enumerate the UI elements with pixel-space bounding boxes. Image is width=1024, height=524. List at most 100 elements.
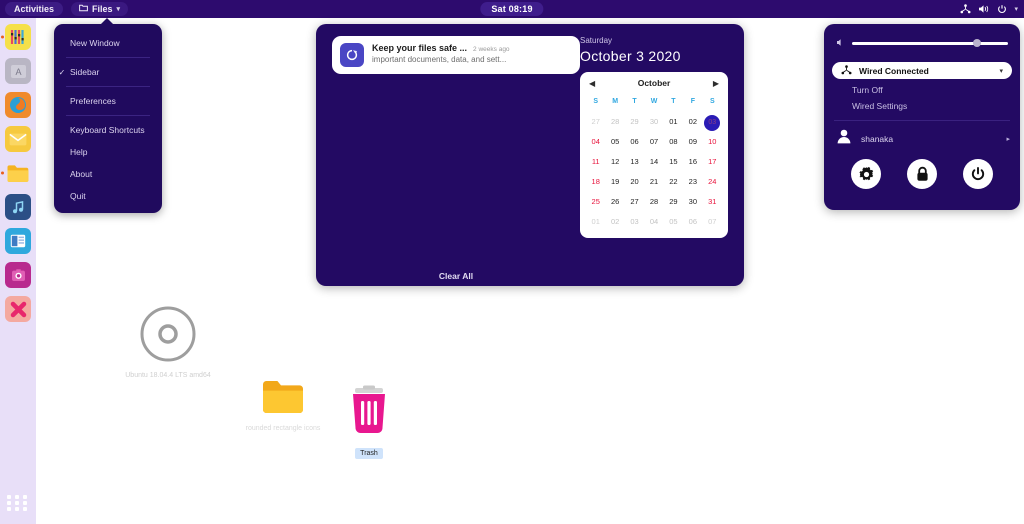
calendar-day[interactable]: 26 — [605, 192, 624, 212]
desktop-icon-trash[interactable]: Trash — [324, 385, 414, 460]
calendar-day[interactable]: 27 — [625, 192, 644, 212]
chevron-down-icon[interactable]: ▾ — [1014, 5, 1018, 13]
calendar-day[interactable]: 09 — [683, 132, 702, 152]
calendar-day[interactable]: 06 — [683, 212, 702, 232]
calendar-day[interactable]: 07 — [644, 132, 663, 152]
calendar-day[interactable]: 02 — [683, 112, 702, 132]
menu-item-help[interactable]: Help — [54, 141, 162, 163]
app-menu-files[interactable]: Files ▾ — [71, 2, 129, 16]
clear-all-button[interactable]: Clear All — [332, 271, 580, 281]
calendar-day[interactable]: 23 — [683, 172, 702, 192]
calendar-day[interactable]: 27 — [586, 112, 605, 132]
calendar-day[interactable]: 06 — [625, 132, 644, 152]
message-tray-panel: Keep your files safe ... 2 weeks ago imp… — [316, 24, 744, 286]
calendar-day[interactable]: 17 — [703, 152, 722, 172]
calendar-day-selected[interactable]: 03 — [703, 112, 722, 132]
calendar-day[interactable]: 29 — [664, 192, 683, 212]
calendar-day[interactable]: 30 — [644, 112, 663, 132]
menu-item-about[interactable]: About — [54, 163, 162, 185]
calendar-day[interactable]: 21 — [644, 172, 663, 192]
calendar-day[interactable]: 11 — [586, 152, 605, 172]
grid-dot — [23, 501, 27, 505]
calendar-day[interactable]: 19 — [605, 172, 624, 192]
dock-item-files-app[interactable] — [1, 160, 31, 186]
desktop-icon-cd-drive[interactable]: Ubuntu 18.04.4 LTS amd64 — [123, 305, 213, 380]
calendar-day[interactable]: 04 — [644, 212, 663, 232]
network-option-turn-off[interactable]: Turn Off — [824, 79, 1020, 95]
dock-item-office-app[interactable] — [5, 228, 31, 254]
menu-item-preferences[interactable]: Preferences — [54, 90, 162, 112]
desktop-icon-folder[interactable]: rounded rectangle icons — [238, 378, 328, 433]
dock-item-text-editor-app[interactable]: A — [5, 58, 31, 84]
network-icon[interactable] — [960, 4, 971, 14]
calendar-dow-header: M — [612, 98, 619, 105]
calendar-day[interactable]: 14 — [644, 152, 663, 172]
menu-item-label: Help — [70, 147, 88, 157]
calendar-day[interactable]: 01 — [664, 112, 683, 132]
calendar-day[interactable]: 18 — [586, 172, 605, 192]
calendar-day[interactable]: 15 — [664, 152, 683, 172]
calendar-day[interactable]: 07 — [703, 212, 722, 232]
calendar-dow-header: F — [690, 98, 695, 105]
calendar-day[interactable]: 25 — [586, 192, 605, 212]
dock-item-mail-app[interactable] — [5, 126, 31, 152]
menu-item-keyboard-shortcuts[interactable]: Keyboard Shortcuts — [54, 119, 162, 141]
calendar-day[interactable]: 28 — [644, 192, 663, 212]
calendar-next-button[interactable]: ▶ — [713, 79, 719, 88]
menu-item-new-window[interactable]: New Window — [54, 32, 162, 54]
calendar-day-label: 03 — [704, 115, 721, 131]
status-icons: ▾ — [960, 4, 1018, 14]
calendar-day[interactable]: 01 — [586, 212, 605, 232]
power-button[interactable] — [963, 159, 993, 189]
calendar-day[interactable]: 22 — [664, 172, 683, 192]
desktop-icon-label: Trash — [355, 448, 383, 459]
calendar-day[interactable]: 03 — [625, 212, 644, 232]
notification-item[interactable]: Keep your files safe ... 2 weeks ago imp… — [332, 36, 580, 74]
calendar-day[interactable]: 05 — [664, 212, 683, 232]
system-menu-panel: Wired Connected ▾ Turn Off Wired Setting… — [824, 24, 1020, 210]
photos-icon — [11, 268, 25, 281]
volume-icon[interactable] — [836, 34, 845, 52]
show-applications-button[interactable] — [7, 492, 29, 514]
dock-item-music-app[interactable] — [5, 194, 31, 220]
calendar-day[interactable]: 30 — [683, 192, 702, 212]
calendar-day[interactable]: 08 — [664, 132, 683, 152]
calendar-day[interactable]: 04 — [586, 132, 605, 152]
calendar-day[interactable]: 28 — [605, 112, 624, 132]
dock-item-close-x-app[interactable] — [5, 296, 31, 322]
volume-icon[interactable] — [978, 4, 990, 14]
grid-dot — [23, 495, 27, 499]
menu-item-quit[interactable]: Quit — [54, 185, 162, 207]
dock-item-equalizer-app[interactable] — [1, 24, 31, 50]
calendar-day[interactable]: 24 — [703, 172, 722, 192]
calendar-day[interactable]: 02 — [605, 212, 624, 232]
network-option-wired-settings[interactable]: Wired Settings — [824, 95, 1020, 111]
clock[interactable]: Sat 08:19 — [480, 2, 544, 16]
volume-slider-knob[interactable] — [972, 39, 981, 47]
grid-dot — [23, 507, 27, 511]
calendar-day[interactable]: 29 — [625, 112, 644, 132]
calendar-day[interactable]: 05 — [605, 132, 624, 152]
power-icon[interactable] — [997, 4, 1007, 14]
network-menu-button[interactable]: Wired Connected ▾ — [832, 62, 1012, 79]
menu-item-label: Preferences — [70, 96, 116, 106]
activities-button[interactable]: Activities — [5, 2, 64, 16]
menu-item-sidebar[interactable]: ✓ Sidebar — [54, 61, 162, 83]
menu-item-label: New Window — [70, 38, 120, 48]
settings-gear-button[interactable] — [851, 159, 881, 189]
calendar-prev-button[interactable]: ◀ — [589, 79, 595, 88]
calendar-day[interactable]: 13 — [625, 152, 644, 172]
dock-item-firefox-app[interactable] — [5, 92, 31, 118]
user-menu-row[interactable]: shanaka ▸ — [824, 121, 1020, 149]
calendar-day[interactable]: 20 — [625, 172, 644, 192]
calendar-day[interactable]: 10 — [703, 132, 722, 152]
calendar-date: October 3 2020 — [580, 48, 681, 64]
dock-item-photos-app[interactable] — [5, 262, 31, 288]
calendar-day[interactable]: 31 — [703, 192, 722, 212]
volume-slider[interactable] — [852, 39, 1008, 47]
calendar-day[interactable]: 12 — [605, 152, 624, 172]
calendar-day[interactable]: 16 — [683, 152, 702, 172]
system-action-buttons — [824, 149, 1020, 189]
lock-button[interactable] — [907, 159, 937, 189]
menu-separator — [66, 57, 150, 58]
